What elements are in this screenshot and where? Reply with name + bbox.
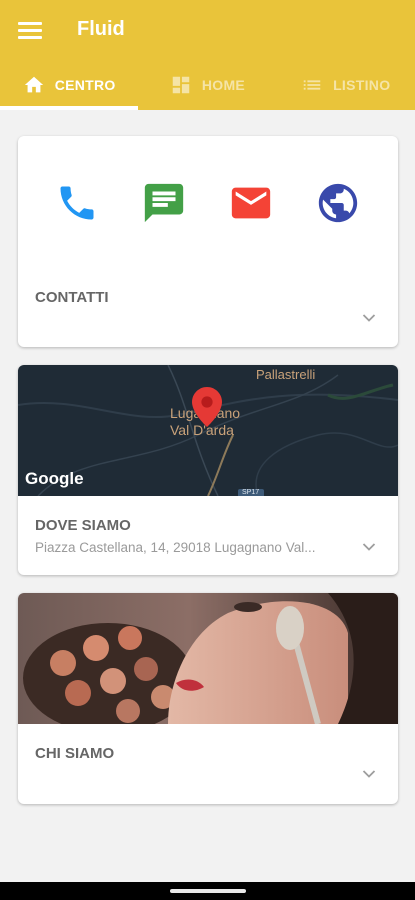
chevron-down-icon[interactable] bbox=[362, 769, 376, 779]
app-bar: Fluid CENTRO HOME LISTINO bbox=[0, 0, 415, 110]
about-photo bbox=[18, 593, 398, 724]
email-button[interactable] bbox=[228, 180, 274, 226]
about-title: CHI SIAMO bbox=[35, 745, 115, 762]
makeup-photo bbox=[18, 593, 398, 724]
message-icon bbox=[144, 183, 184, 223]
map-label-road: SP17 bbox=[242, 489, 260, 496]
app-title: Fluid bbox=[77, 18, 125, 40]
tab-listino-label: LISTINO bbox=[333, 77, 391, 93]
map-label-nearby: Pallastrelli bbox=[256, 367, 316, 382]
globe-icon bbox=[318, 183, 358, 223]
about-card: CHI SIAMO bbox=[18, 593, 398, 804]
google-logo: Google bbox=[25, 469, 84, 488]
phone-icon bbox=[60, 186, 94, 220]
map-pin-icon[interactable] bbox=[192, 387, 222, 427]
chevron-down-icon[interactable] bbox=[362, 313, 376, 323]
tab-centro-label: CENTRO bbox=[54, 77, 116, 93]
location-address: Piazza Castellana, 14, 29018 Lugagnano V… bbox=[35, 540, 316, 555]
website-button[interactable] bbox=[315, 180, 361, 226]
list-icon bbox=[303, 80, 321, 90]
phone-button[interactable] bbox=[54, 180, 100, 226]
tab-home-label: HOME bbox=[201, 77, 246, 93]
menu-icon[interactable] bbox=[18, 18, 42, 42]
contacts-title: CONTATTI bbox=[35, 289, 109, 306]
location-title: DOVE SIAMO bbox=[35, 517, 131, 534]
message-button[interactable] bbox=[141, 180, 187, 226]
dashboard-icon bbox=[172, 76, 190, 94]
tab-home[interactable]: HOME bbox=[138, 60, 276, 110]
location-card: Pallastrelli Lugagnano Val D'arda SP17 G… bbox=[18, 365, 398, 575]
tab-listino[interactable]: LISTINO bbox=[277, 60, 415, 110]
map-view[interactable]: Pallastrelli Lugagnano Val D'arda SP17 G… bbox=[18, 365, 398, 496]
tab-bar: CENTRO HOME LISTINO bbox=[0, 60, 415, 110]
system-nav-bar bbox=[0, 882, 415, 900]
tab-indicator bbox=[0, 106, 138, 110]
tab-centro[interactable]: CENTRO bbox=[0, 60, 138, 110]
home-gesture-handle[interactable] bbox=[170, 889, 246, 893]
contacts-card: CONTATTI bbox=[18, 136, 398, 347]
home-icon bbox=[24, 76, 43, 93]
chevron-down-icon[interactable] bbox=[362, 542, 376, 552]
email-icon bbox=[231, 187, 271, 219]
